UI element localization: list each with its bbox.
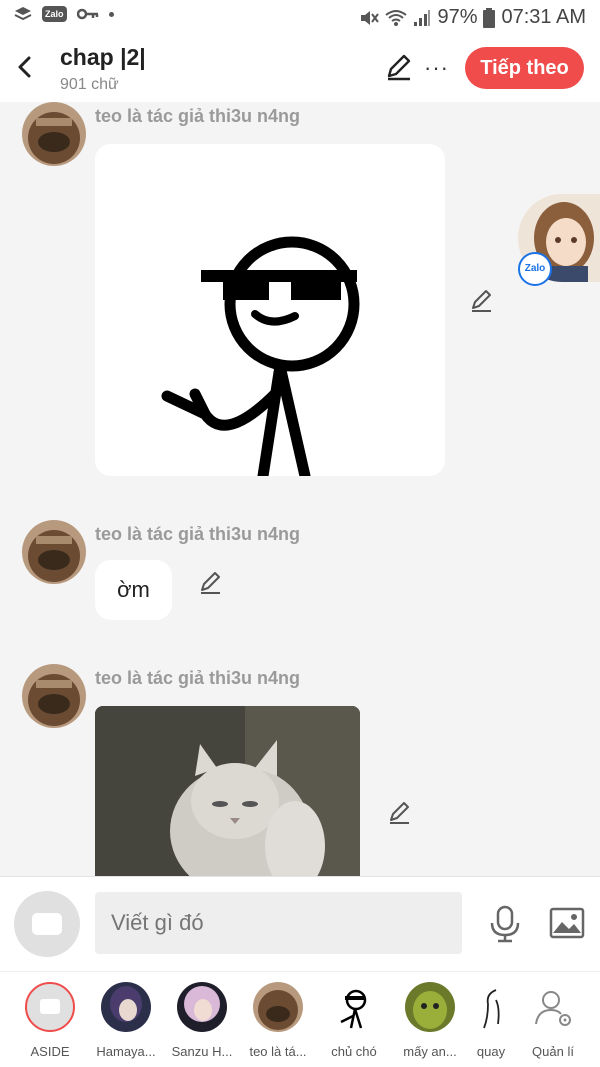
white-cat-photo [95,706,360,876]
author-avatar[interactable] [22,664,86,728]
aside-icon [25,982,75,1032]
header: chap |2| 901 chữ ··· Tiếp theo [0,36,600,102]
nav-item-chu-cho[interactable]: chủ chó [316,982,392,1059]
notification-dot-icon [108,11,114,17]
more-options-icon[interactable]: ··· [424,57,449,79]
nav-item-aside[interactable]: ASIDE [12,982,88,1059]
status-left: Zalo [14,6,114,22]
pencil-icon[interactable] [469,288,495,314]
aside-button[interactable] [14,891,80,957]
author-name: teo là tác giả thi3u n4ng [95,668,301,688]
avatar [177,982,227,1032]
nav-label: Hamaya... [96,1044,156,1059]
composer-bar [0,876,600,971]
next-chapter-button[interactable]: Tiếp theo [465,47,584,89]
image-icon[interactable] [549,907,585,939]
author-avatar[interactable] [22,520,86,584]
aside-card-icon [32,913,62,935]
author-name: teo là tác giả thi3u n4ng [95,106,301,126]
layers-icon [14,7,32,21]
status-bar: Zalo 97% 07:31 AM [0,0,600,36]
nav-label: chủ chó [331,1044,377,1059]
nav-item-teo[interactable]: teo là tá... [240,982,316,1059]
message-input[interactable] [95,892,462,954]
sunglasses-stickman-meme [95,144,445,476]
microphone-icon[interactable] [488,905,522,943]
zalo-badge-icon[interactable]: Zalo [518,252,552,286]
signal-icon [414,9,431,26]
key-icon [76,8,98,20]
avatar [405,982,455,1032]
nav-item-hamaya[interactable]: Hamaya... [88,982,164,1059]
author-name: teo là tác giả thi3u n4ng [95,524,301,544]
doodle-icon [466,982,516,1032]
zalo-notification-icon: Zalo [42,6,67,22]
nav-label: teo là tá... [249,1044,307,1059]
avatar [101,982,151,1032]
image-message[interactable] [95,706,360,876]
message-text: ờm [117,577,150,602]
mute-icon [361,10,380,25]
nav-label: ASIDE [30,1044,70,1059]
word-count: 901 chữ [60,76,119,93]
pencil-icon[interactable] [384,52,414,82]
back-icon[interactable] [10,50,38,84]
nav-item-quan-li[interactable]: Quản lí [515,982,591,1059]
status-right: 97% 07:31 AM [359,6,586,29]
battery-percent: 97% [437,6,478,28]
pencil-icon[interactable] [387,800,413,826]
battery-icon [483,7,496,28]
nav-label: Sanzu H... [171,1044,233,1059]
nav-item-sanzu[interactable]: Sanzu H... [164,982,240,1059]
image-message[interactable] [95,144,445,476]
bottom-nav: ASIDE Hamaya... Sanzu H... teo là tá... … [0,971,600,1067]
user-settings-icon [528,982,578,1032]
page-title: chap |2| [60,44,146,70]
wifi-icon [385,9,408,26]
chat-area[interactable]: teo là tác giả thi3u n4ng teo là tác giả… [0,102,600,876]
stickman-icon [329,982,379,1032]
clock: 07:31 AM [501,6,586,28]
text-message[interactable]: ờm [95,560,172,620]
author-avatar[interactable] [22,102,86,166]
nav-label: Quản lí [532,1044,574,1059]
pencil-icon[interactable] [198,570,224,596]
avatar [253,982,303,1032]
